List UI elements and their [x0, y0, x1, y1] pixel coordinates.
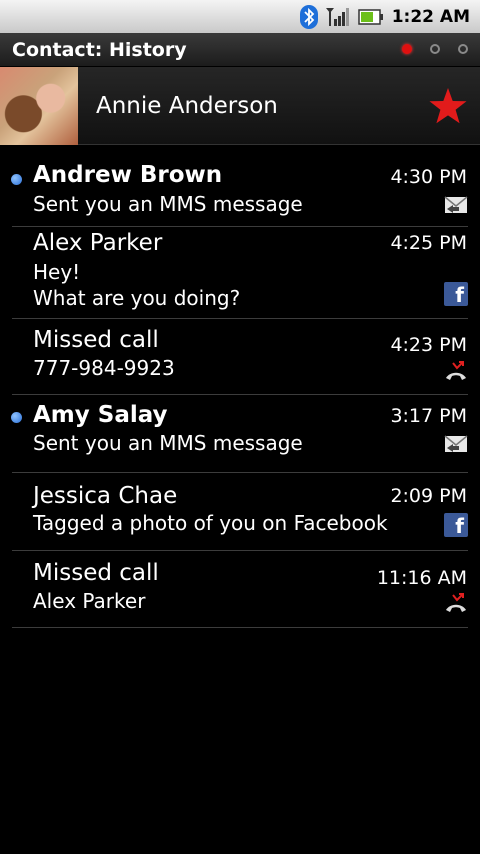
item-text: 777-984-9923 [33, 356, 175, 380]
page-title: Contact: History [12, 38, 187, 61]
bluetooth-icon [299, 4, 318, 29]
list-item[interactable]: Jessica Chae Tagged a photo of you on Fa… [12, 473, 468, 551]
contact-name: Annie Anderson [96, 92, 278, 119]
item-time: 4:25 PM [390, 232, 467, 254]
item-text: Hey! [33, 260, 81, 284]
item-text: Sent you an MMS message [33, 431, 303, 455]
item-text: Alex Parker [33, 589, 146, 613]
item-title: Amy Salay [33, 402, 168, 428]
title-bar: Contact: History [0, 33, 480, 67]
item-title: Alex Parker [33, 230, 163, 256]
list-item[interactable]: Alex Parker Hey! What are you doing? 4:2… [12, 227, 468, 319]
item-time: 3:17 PM [390, 405, 467, 427]
item-title: Jessica Chae [33, 483, 178, 509]
status-bar: 1:22 AM [0, 0, 480, 33]
signal-icon [325, 7, 350, 27]
page-indicator [402, 44, 468, 54]
missed-call-icon [444, 591, 468, 615]
item-time: 11:16 AM [376, 567, 467, 589]
facebook-icon: f [444, 513, 468, 538]
page-dot-1[interactable] [402, 44, 412, 54]
unread-dot-icon [11, 412, 22, 423]
item-time: 4:30 PM [390, 166, 467, 188]
item-text: What are you doing? [33, 286, 241, 310]
avatar[interactable] [0, 66, 78, 145]
page-dot-3[interactable] [458, 44, 468, 54]
favorite-star-icon[interactable] [428, 87, 468, 125]
mms-icon [444, 194, 468, 218]
contact-header[interactable]: Annie Anderson [0, 66, 480, 145]
item-title: Missed call [33, 560, 159, 586]
missed-call-icon [444, 359, 468, 383]
status-time: 1:22 AM [391, 6, 470, 27]
item-time: 4:23 PM [390, 334, 467, 356]
mms-icon [444, 433, 468, 457]
list-item[interactable]: Amy Salay Sent you an MMS message 3:17 P… [11, 395, 468, 473]
item-time: 2:09 PM [390, 485, 467, 507]
list-item[interactable]: Missed call 777-984-9923 4:23 PM [12, 319, 468, 395]
item-text: Sent you an MMS message [33, 192, 303, 216]
facebook-icon: f [444, 282, 468, 307]
item-title: Andrew Brown [33, 162, 223, 188]
item-text: Tagged a photo of you on Facebook [33, 511, 388, 535]
item-title: Missed call [33, 327, 159, 353]
list-item[interactable]: Missed call Alex Parker 11:16 AM [12, 551, 468, 628]
page-dot-2[interactable] [430, 44, 440, 54]
list-item[interactable]: Andrew Brown Sent you an MMS message 4:3… [11, 152, 468, 227]
battery-icon [357, 8, 384, 25]
history-list: Andrew Brown Sent you an MMS message 4:3… [0, 152, 480, 628]
unread-dot-icon [11, 174, 22, 185]
